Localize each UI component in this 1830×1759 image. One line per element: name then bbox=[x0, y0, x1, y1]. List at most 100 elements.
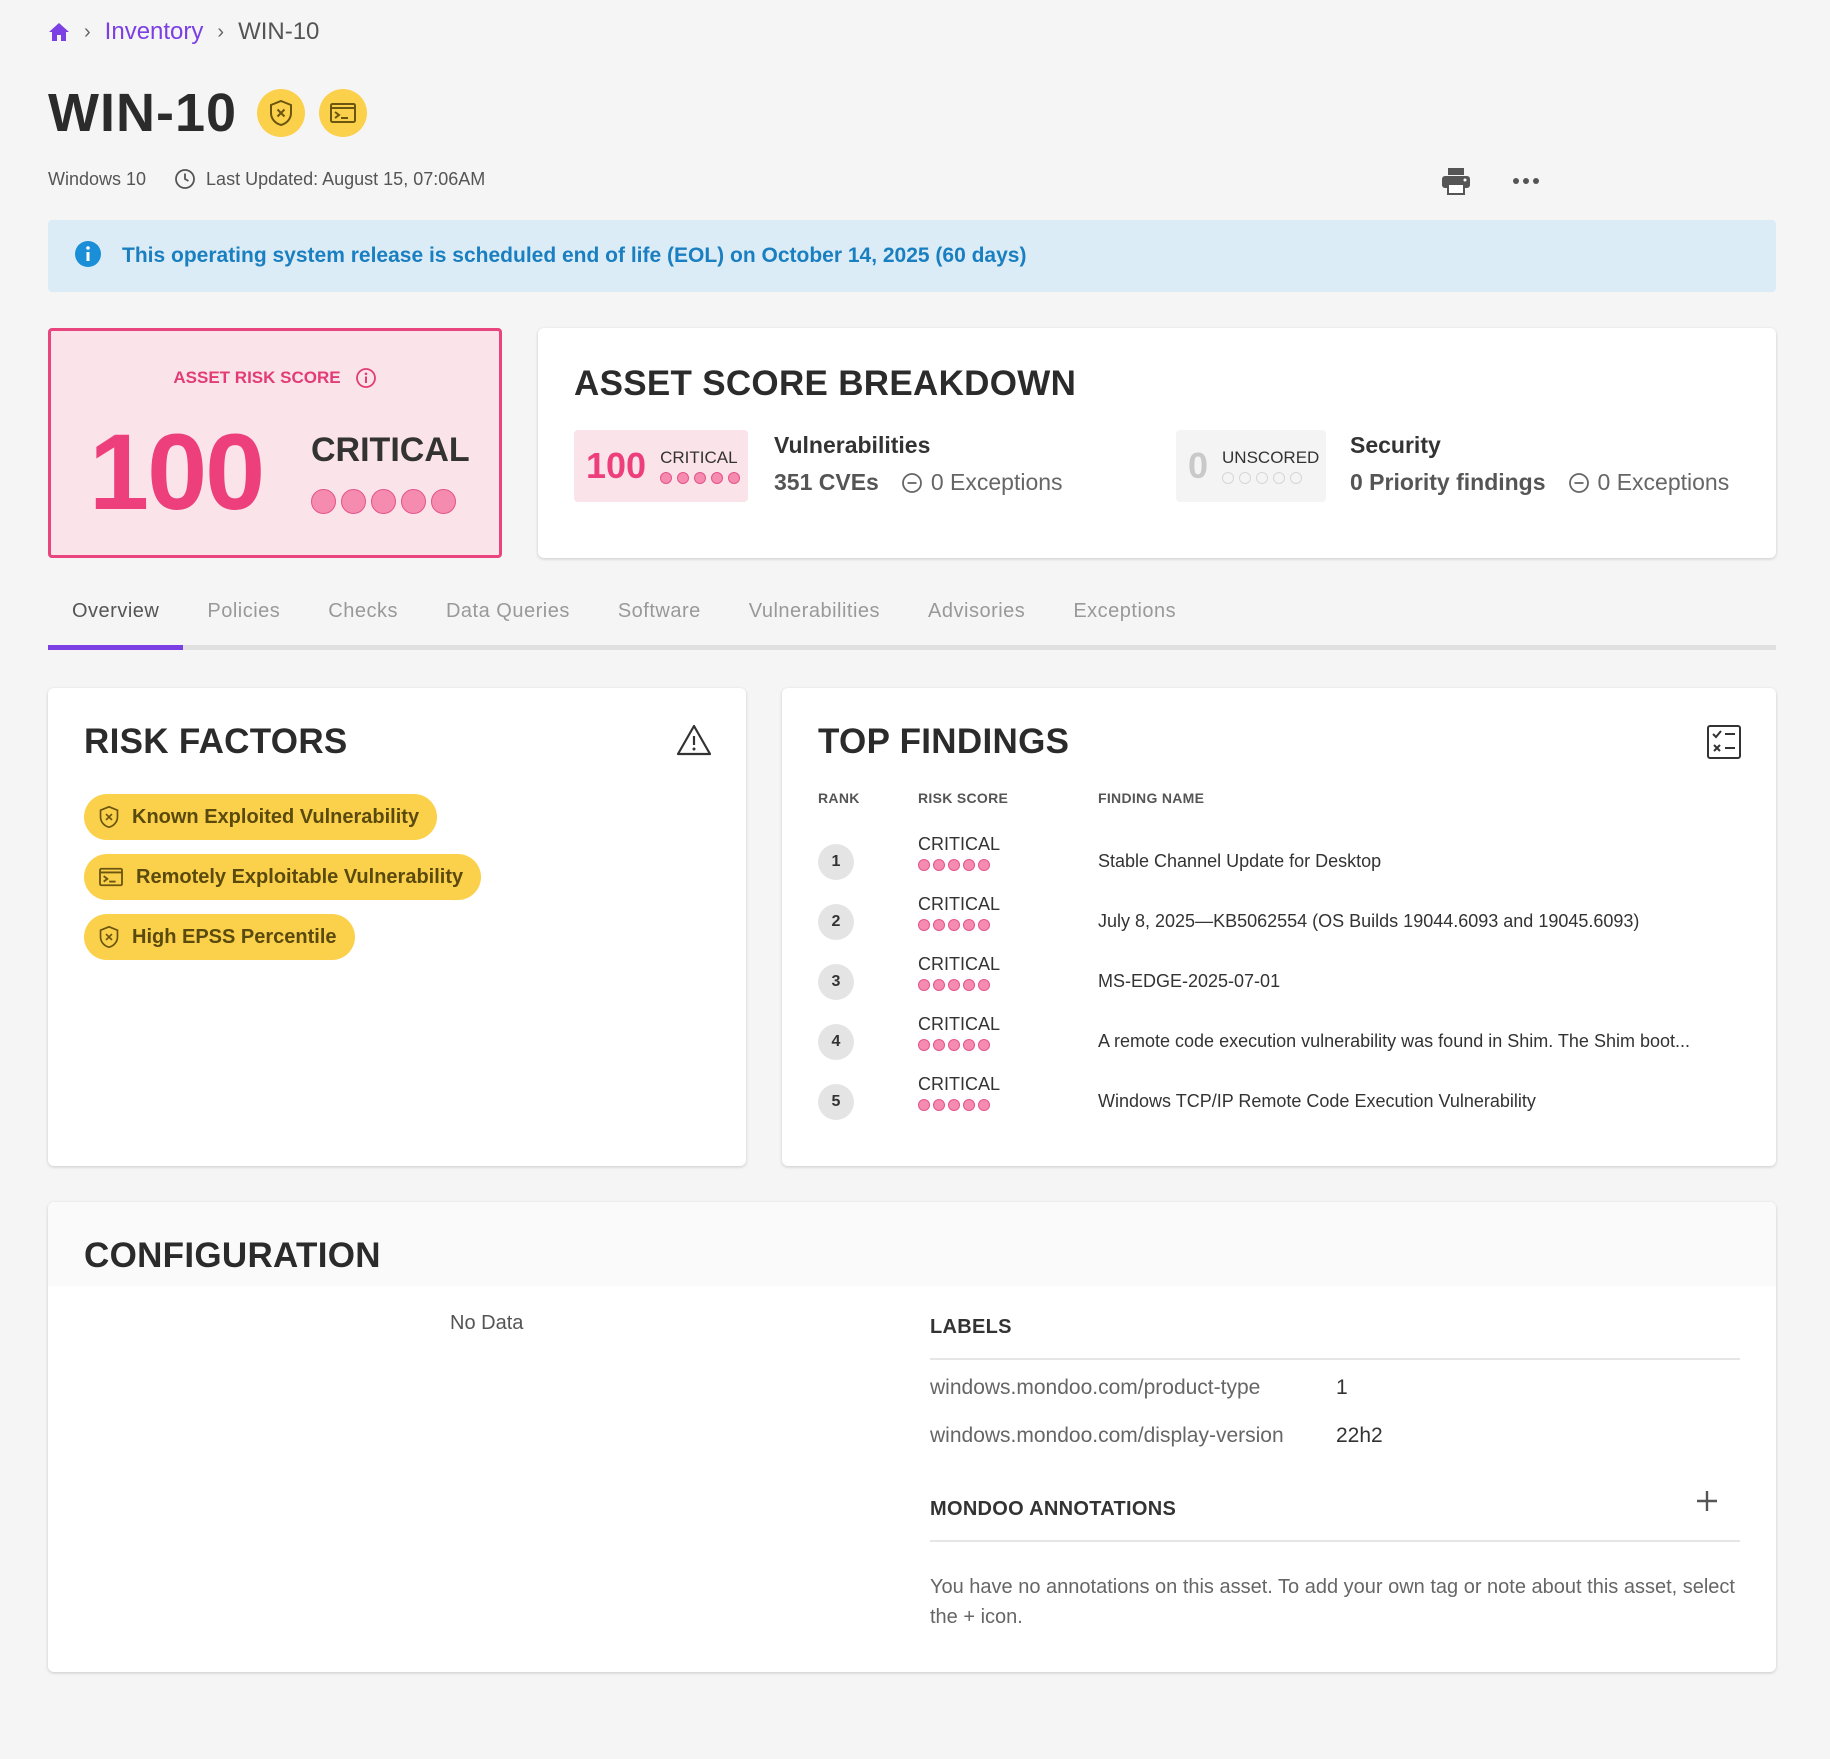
vulnerabilities-summary: Vulnerabilities 351 CVEs 0 Exceptions bbox=[774, 432, 1063, 496]
risk-dot bbox=[341, 489, 366, 514]
risk-dot bbox=[1222, 472, 1235, 484]
priority-findings-count[interactable]: 0 Priority findings bbox=[1350, 469, 1546, 496]
risk-dot bbox=[918, 1039, 930, 1051]
breadcrumb: › Inventory › WIN-10 bbox=[48, 14, 319, 50]
asset-os: Windows 10 bbox=[48, 168, 147, 189]
vulnerabilities-score-badge[interactable]: 100 CRITICAL bbox=[574, 430, 748, 502]
breadcrumb-current: WIN-10 bbox=[238, 18, 320, 45]
printer-icon[interactable] bbox=[1440, 166, 1472, 196]
tab-data-queries[interactable]: Data Queries bbox=[422, 580, 594, 645]
risk-factors-card: RISK FACTORS Known Exploited Vulnerabili… bbox=[48, 688, 746, 1166]
finding-dots bbox=[918, 919, 1000, 931]
top-findings-card: TOP FINDINGS RANK RISK SCORE FINDING NAM… bbox=[782, 688, 1776, 1166]
vuln-exceptions[interactable]: 0 Exceptions bbox=[901, 469, 1063, 496]
risk-dot bbox=[963, 1099, 975, 1111]
finding-rank: 4 bbox=[818, 1024, 854, 1060]
risk-score-label: ASSET RISK SCORE bbox=[173, 368, 341, 387]
finding-name: Windows TCP/IP Remote Code Execution Vul… bbox=[1098, 1091, 1536, 1111]
risk-dot bbox=[918, 919, 930, 931]
risk-factor-list: Known Exploited Vulnerability Remotely E… bbox=[84, 794, 482, 960]
finding-dots bbox=[918, 979, 1000, 991]
risk-dot bbox=[978, 979, 990, 991]
tab-exceptions[interactable]: Exceptions bbox=[1049, 580, 1200, 645]
finding-row[interactable]: 1 CRITICAL Stable Channel Update for Des… bbox=[782, 834, 1776, 888]
risk-dot bbox=[978, 1099, 990, 1111]
risk-dot bbox=[963, 859, 975, 871]
add-annotation-plus-icon[interactable] bbox=[1694, 1488, 1720, 1519]
risk-factor-remotely-exploitable[interactable]: Remotely Exploitable Vulnerability bbox=[84, 854, 482, 900]
finding-name: A remote code execution vulnerability wa… bbox=[1098, 1031, 1690, 1051]
security-score-value: 0 bbox=[1188, 445, 1209, 486]
tab-checks[interactable]: Checks bbox=[304, 580, 422, 645]
finding-row[interactable]: 5 CRITICAL Windows TCP/IP Remote Code Ex… bbox=[782, 1074, 1776, 1128]
labels-divider bbox=[930, 1358, 1740, 1360]
finding-rank: 1 bbox=[818, 844, 854, 880]
risk-factors-title: RISK FACTORS bbox=[84, 722, 348, 761]
finding-row[interactable]: 3 CRITICAL MS-EDGE-2025-07-01 bbox=[782, 954, 1776, 1008]
tab-policies[interactable]: Policies bbox=[183, 580, 304, 645]
top-findings-title: TOP FINDINGS bbox=[818, 722, 1070, 761]
home-icon[interactable] bbox=[48, 22, 70, 42]
risk-dot bbox=[1290, 472, 1303, 484]
risk-dot bbox=[728, 472, 741, 484]
risk-factor-high-epss[interactable]: High EPSS Percentile bbox=[84, 914, 355, 960]
risk-dot bbox=[948, 1099, 960, 1111]
asset-risk-score-card: ASSET RISK SCORE 100 CRITICAL bbox=[48, 328, 502, 558]
breadcrumb-inventory-link[interactable]: Inventory bbox=[105, 18, 204, 46]
finding-name: MS-EDGE-2025-07-01 bbox=[1098, 971, 1281, 991]
score-breakdown-card: ASSET SCORE BREAKDOWN 100 CRITICAL Vulne… bbox=[538, 328, 1776, 558]
risk-factor-label: High EPSS Percentile bbox=[132, 925, 337, 948]
risk-score-rating: CRITICAL bbox=[311, 431, 470, 469]
risk-dot bbox=[948, 979, 960, 991]
risk-dot bbox=[948, 1039, 960, 1051]
finding-rating: CRITICAL bbox=[918, 1014, 1001, 1034]
no-data-message: No Data bbox=[450, 1312, 524, 1334]
tab-overview[interactable]: Overview bbox=[48, 580, 184, 650]
risk-dot bbox=[963, 919, 975, 931]
cve-count[interactable]: 351 CVEs bbox=[774, 469, 879, 496]
risk-dot bbox=[711, 472, 724, 484]
vuln-score-dots bbox=[660, 472, 741, 484]
finding-rating: CRITICAL bbox=[918, 834, 1001, 854]
remote-terminal-icon[interactable] bbox=[319, 89, 368, 137]
tab-advisories[interactable]: Advisories bbox=[904, 580, 1049, 645]
security-score-rating: UNSCORED bbox=[1222, 448, 1320, 467]
label-row: windows.mondoo.com/display-version 22h2 bbox=[930, 1424, 1383, 1448]
breadcrumb-separator: › bbox=[217, 20, 225, 43]
risk-factor-known-exploited[interactable]: Known Exploited Vulnerability bbox=[84, 794, 438, 840]
last-updated: Last Updated: August 15, 07:06AM bbox=[206, 168, 486, 189]
finding-rating: CRITICAL bbox=[918, 1074, 1001, 1094]
tab-vulnerabilities[interactable]: Vulnerabilities bbox=[725, 580, 904, 645]
finding-row[interactable]: 2 CRITICAL July 8, 2025—KB5062554 (OS Bu… bbox=[782, 894, 1776, 948]
breakdown-title: ASSET SCORE BREAKDOWN bbox=[574, 364, 1077, 403]
breadcrumb-separator: › bbox=[84, 20, 91, 43]
risk-dot bbox=[431, 489, 456, 514]
annotations-title: MONDOO ANNOTATIONS bbox=[930, 1498, 1177, 1520]
shield-x-icon bbox=[98, 925, 120, 949]
risk-factor-label: Known Exploited Vulnerability bbox=[132, 805, 420, 828]
security-exceptions[interactable]: 0 Exceptions bbox=[1568, 469, 1729, 496]
configuration-card: CONFIGURATION No Data LABELS windows.mon… bbox=[48, 1202, 1776, 1672]
known-exploited-shield-icon[interactable] bbox=[257, 89, 306, 137]
labels-title: LABELS bbox=[930, 1316, 1012, 1338]
label-value: 22h2 bbox=[1336, 1424, 1383, 1447]
label-row: windows.mondoo.com/product-type 1 bbox=[930, 1376, 1348, 1400]
risk-dot bbox=[311, 489, 336, 514]
risk-dot bbox=[978, 1039, 990, 1051]
page-title: WIN-10 bbox=[48, 83, 238, 143]
finding-rank: 2 bbox=[818, 904, 854, 940]
finding-name: Stable Channel Update for Desktop bbox=[1098, 851, 1382, 871]
risk-dot bbox=[933, 1099, 945, 1111]
risk-dot bbox=[401, 489, 426, 514]
warning-triangle-icon bbox=[676, 724, 712, 761]
more-horizontal-icon[interactable] bbox=[1512, 177, 1540, 185]
column-rank: RANK bbox=[818, 790, 860, 806]
finding-name: July 8, 2025—KB5062554 (OS Builds 19044.… bbox=[1098, 911, 1640, 931]
info-outline-icon[interactable] bbox=[355, 367, 377, 389]
tab-software[interactable]: Software bbox=[594, 580, 725, 645]
security-score-badge[interactable]: 0 UNSCORED bbox=[1176, 430, 1326, 502]
risk-dot bbox=[1239, 472, 1252, 484]
finding-row[interactable]: 4 CRITICAL A remote code execution vulne… bbox=[782, 1014, 1776, 1068]
risk-dot bbox=[978, 919, 990, 931]
shield-x-icon bbox=[98, 805, 120, 829]
